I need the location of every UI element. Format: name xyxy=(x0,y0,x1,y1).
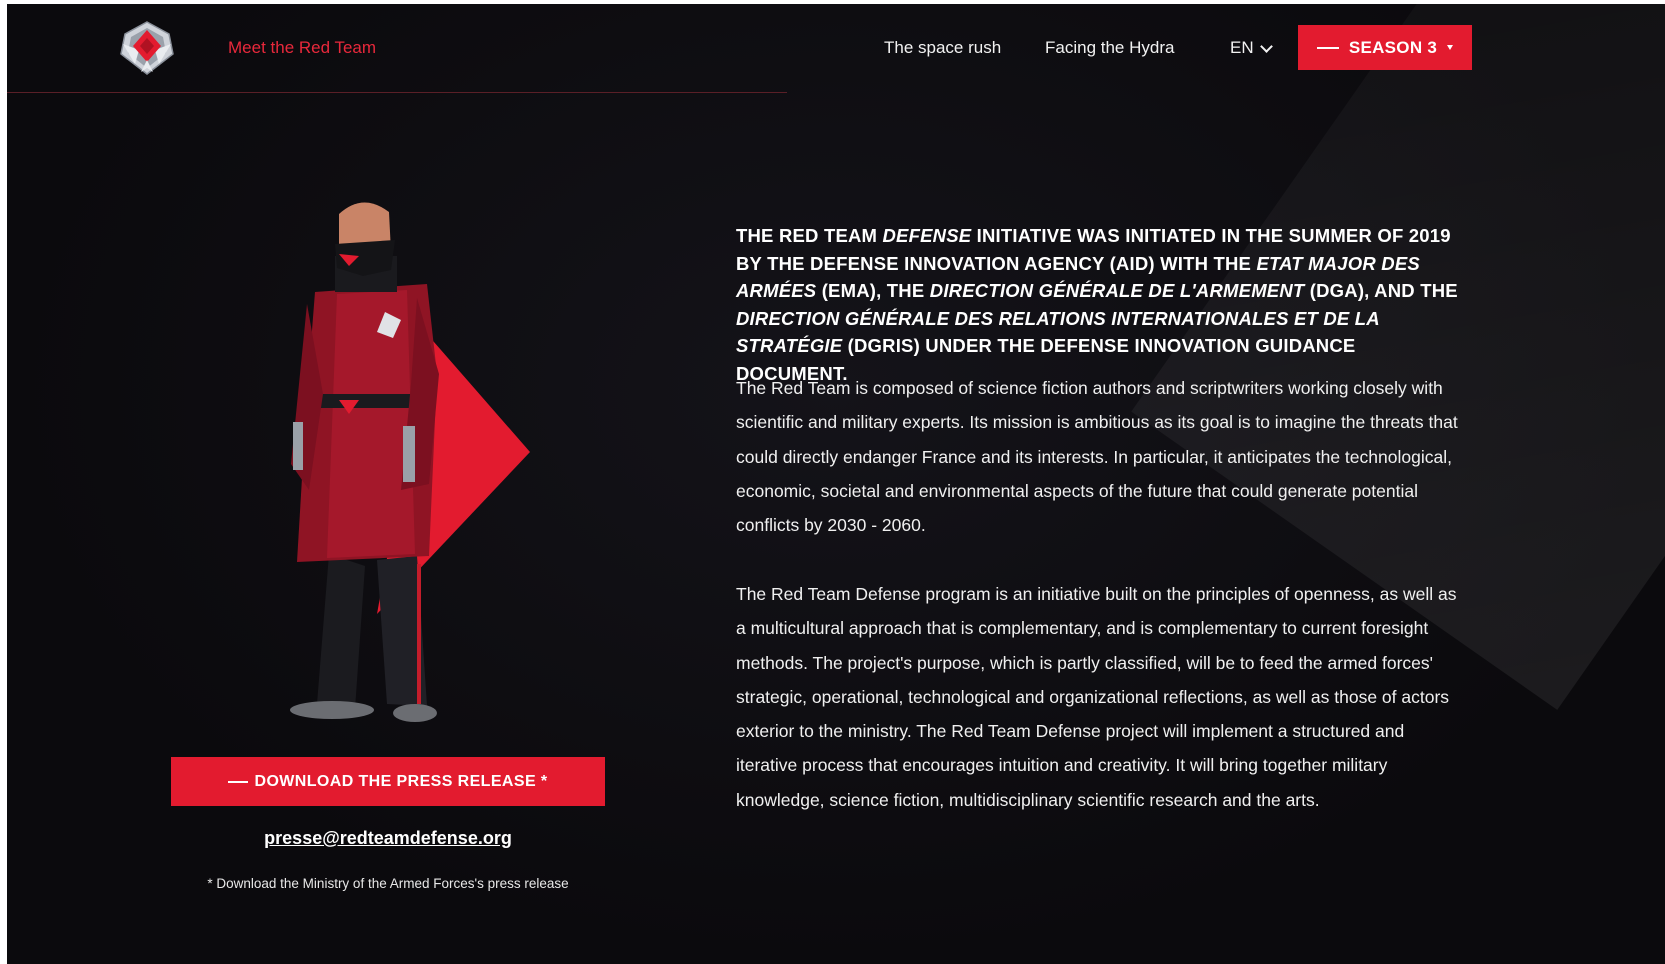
season-selector-button[interactable]: SEASON 3 xyxy=(1298,25,1472,70)
lead-paragraph: THE RED TEAM DEFENSE INITIATIVE WAS INIT… xyxy=(736,222,1466,387)
lead-text: THE RED TEAM xyxy=(736,225,883,246)
press-release-footnote: * Download the Ministry of the Armed For… xyxy=(207,876,569,891)
download-label: DOWNLOAD THE PRESS RELEASE * xyxy=(254,772,548,790)
dash-icon xyxy=(228,780,249,783)
lead-emphasis: DEFENSE xyxy=(882,225,972,246)
nav-link-facing-the-hydra[interactable]: Facing the Hydra xyxy=(1045,38,1174,58)
body-paragraph-composition: The Red Team is composed of science fict… xyxy=(736,378,1458,536)
dash-icon xyxy=(1316,46,1339,49)
download-press-release-button[interactable]: DOWNLOAD THE PRESS RELEASE * xyxy=(171,757,605,806)
lead-emphasis: DIRECTION GÉNÉRALE DE L'ARMEMENT xyxy=(929,280,1305,301)
page: Meet the Red Team The space rush Facing … xyxy=(7,4,1665,964)
language-selector[interactable]: EN xyxy=(1230,38,1273,58)
nav-link-space-rush[interactable]: The space rush xyxy=(884,38,1001,58)
caret-down-icon xyxy=(1447,45,1454,50)
lead-text: (EMA), THE xyxy=(816,280,930,301)
header-divider xyxy=(7,92,787,93)
site-header: Meet the Red Team The space rush Facing … xyxy=(7,4,1665,94)
language-label: EN xyxy=(1230,38,1254,57)
body-paragraph-program: The Red Team Defense program is an initi… xyxy=(736,584,1457,810)
lead-text: (DGA), AND THE xyxy=(1304,280,1458,301)
red-team-soldier-illustration xyxy=(290,202,530,722)
season-label: SEASON 3 xyxy=(1348,37,1438,57)
nav-link-meet-the-red-team[interactable]: Meet the Red Team xyxy=(228,38,376,58)
press-email-link[interactable]: presse@redteamdefense.org xyxy=(171,828,605,849)
chevron-down-icon xyxy=(1259,39,1273,53)
red-team-shield-logo-icon[interactable] xyxy=(117,20,177,76)
